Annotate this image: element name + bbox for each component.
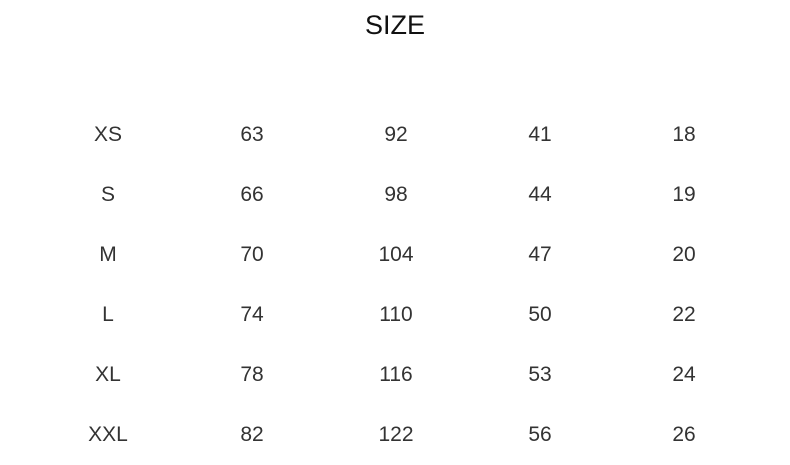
table-cell: 41 xyxy=(528,123,552,146)
table-cell: 82 xyxy=(240,423,264,446)
table-cell: 26 xyxy=(672,423,696,446)
table-cell: 44 xyxy=(528,183,552,206)
table-cell: 66 xyxy=(240,183,264,206)
table-cell: 104 xyxy=(378,243,414,266)
table-row: XXL 82 122 56 26 xyxy=(36,405,756,465)
table-cell: 20 xyxy=(672,243,696,266)
table-cell: 92 xyxy=(384,123,408,146)
page-title: SIZE xyxy=(364,10,425,40)
table-row: M 70 104 47 20 xyxy=(36,225,756,285)
table-cell: 116 xyxy=(379,363,413,386)
table-cell: 53 xyxy=(528,363,552,386)
table-cell: 56 xyxy=(528,423,552,446)
table-row: XL 78 116 53 24 xyxy=(36,345,756,405)
size-chart-table: XS 63 92 41 18 S 66 98 44 19 M 70 104 47… xyxy=(36,105,756,465)
table-cell: 19 xyxy=(672,183,696,206)
size-label-cell: L xyxy=(102,303,114,326)
table-cell: 47 xyxy=(528,243,552,266)
size-label-cell: M xyxy=(99,243,117,266)
table-cell: 50 xyxy=(528,303,552,326)
table-cell: 24 xyxy=(672,363,696,386)
table-cell: 78 xyxy=(240,363,264,386)
table-cell: 110 xyxy=(379,303,413,326)
table-cell: 63 xyxy=(240,123,264,146)
size-label-cell: XXL xyxy=(88,423,128,446)
size-label-cell: S xyxy=(100,183,115,206)
table-row: L 74 110 50 22 xyxy=(36,285,756,345)
size-label-cell: XS xyxy=(93,123,122,146)
table-cell: 98 xyxy=(384,183,408,206)
table-cell: 74 xyxy=(240,303,264,326)
table-cell: 18 xyxy=(672,123,696,146)
table-cell: 22 xyxy=(672,303,696,326)
size-label-cell: XL xyxy=(95,363,121,386)
table-row: XS 63 92 41 18 xyxy=(36,105,756,165)
table-row: S 66 98 44 19 xyxy=(36,165,756,225)
table-cell: 70 xyxy=(240,243,264,266)
table-cell: 122 xyxy=(378,423,414,446)
